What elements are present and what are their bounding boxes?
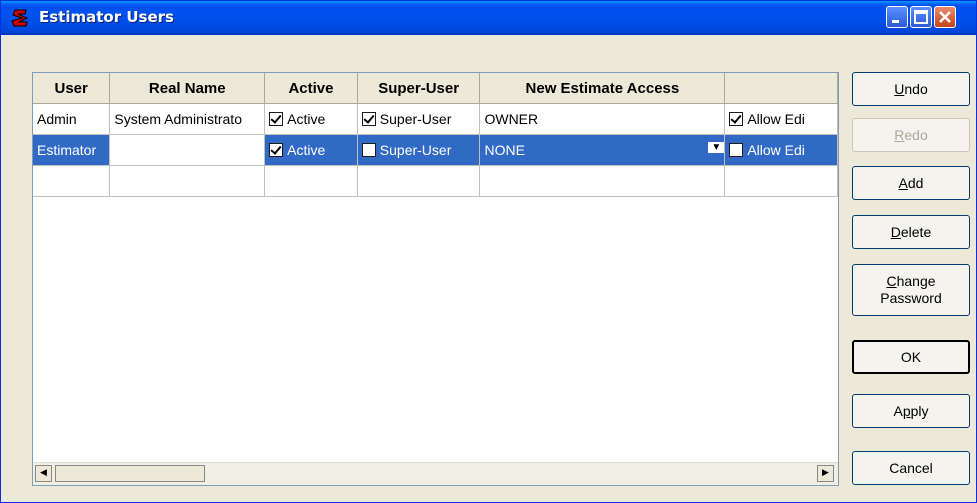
column-header-user[interactable]: User bbox=[33, 73, 111, 104]
super-user-checkbox[interactable] bbox=[361, 112, 376, 126]
dropdown-arrow-icon[interactable]: ▼ bbox=[708, 142, 724, 153]
table-row-empty[interactable] bbox=[33, 165, 838, 197]
access-value: NONE bbox=[484, 142, 525, 158]
change-password-button[interactable]: Change Password bbox=[852, 264, 970, 316]
window-title: Estimator Users bbox=[39, 8, 174, 26]
apply-button[interactable]: Apply bbox=[852, 394, 970, 428]
cell-real-name[interactable] bbox=[109, 134, 266, 166]
column-header-new-estimate-access[interactable]: New Estimate Access bbox=[479, 73, 726, 104]
super-user-label: Super-User bbox=[379, 142, 452, 158]
cell-super-user[interactable]: Super-User bbox=[357, 103, 481, 135]
cell-super-user[interactable]: Super-User bbox=[357, 134, 481, 166]
table-row[interactable]: Admin System Administrato Active Super-U… bbox=[33, 103, 838, 135]
close-button[interactable] bbox=[934, 6, 956, 28]
cell-access-combo[interactable]: NONE ▼ bbox=[479, 134, 726, 166]
cell-user[interactable]: Admin bbox=[33, 103, 111, 135]
maximize-icon bbox=[914, 10, 928, 24]
minimize-icon bbox=[892, 20, 899, 23]
active-checkbox[interactable] bbox=[269, 143, 284, 157]
allow-edit-label: Allow Edi bbox=[747, 142, 805, 158]
cell-allow-edit[interactable]: Allow Edi bbox=[724, 103, 838, 135]
cell-real-name[interactable]: System Administrato bbox=[109, 103, 266, 135]
allow-edit-checkbox[interactable] bbox=[729, 143, 744, 157]
allow-edit-checkbox[interactable] bbox=[729, 112, 744, 126]
users-table: User Real Name Active Super-User New Est… bbox=[33, 73, 838, 197]
cell-active[interactable]: Active bbox=[264, 103, 358, 135]
table-row-selected[interactable]: Estimator Active Super-User NONE ▼ Allow … bbox=[33, 134, 838, 166]
redo-button[interactable]: Redo bbox=[852, 118, 970, 152]
cell-active[interactable]: Active bbox=[264, 134, 358, 166]
column-header-allow-edit[interactable] bbox=[724, 73, 838, 104]
s-logo-icon bbox=[11, 9, 29, 27]
minimize-button[interactable] bbox=[886, 6, 908, 28]
horizontal-scrollbar[interactable]: ◀ ▶ bbox=[33, 462, 838, 485]
cell-access[interactable]: OWNER bbox=[479, 103, 726, 135]
maximize-button[interactable] bbox=[910, 6, 932, 28]
delete-button[interactable]: Delete bbox=[852, 215, 970, 249]
scroll-right-icon[interactable]: ▶ bbox=[817, 465, 834, 482]
ok-button[interactable]: OK bbox=[852, 340, 970, 374]
table-header-row: User Real Name Active Super-User New Est… bbox=[33, 73, 838, 104]
column-header-active[interactable]: Active bbox=[264, 73, 358, 104]
active-label: Active bbox=[287, 142, 326, 158]
allow-edit-label: Allow Edi bbox=[747, 111, 805, 127]
scroll-thumb[interactable] bbox=[55, 465, 205, 482]
super-user-checkbox[interactable] bbox=[361, 143, 376, 157]
close-icon bbox=[939, 11, 951, 23]
users-grid[interactable]: User Real Name Active Super-User New Est… bbox=[32, 72, 839, 486]
super-user-label: Super-User bbox=[379, 111, 452, 127]
undo-button[interactable]: Undo bbox=[852, 72, 970, 106]
add-button[interactable]: Add bbox=[852, 166, 970, 200]
scroll-left-icon[interactable]: ◀ bbox=[35, 465, 52, 482]
cell-user[interactable]: Estimator bbox=[33, 134, 111, 166]
column-header-super-user[interactable]: Super-User bbox=[357, 73, 481, 104]
active-checkbox[interactable] bbox=[269, 112, 284, 126]
column-header-real-name[interactable]: Real Name bbox=[109, 73, 266, 104]
title-bar[interactable]: Estimator Users bbox=[1, 1, 976, 35]
cancel-button[interactable]: Cancel bbox=[852, 451, 970, 485]
active-label: Active bbox=[287, 111, 326, 127]
cell-allow-edit[interactable]: Allow Edi bbox=[724, 134, 838, 166]
estimator-users-window: Estimator Users User Real Name Active Su… bbox=[0, 0, 977, 503]
